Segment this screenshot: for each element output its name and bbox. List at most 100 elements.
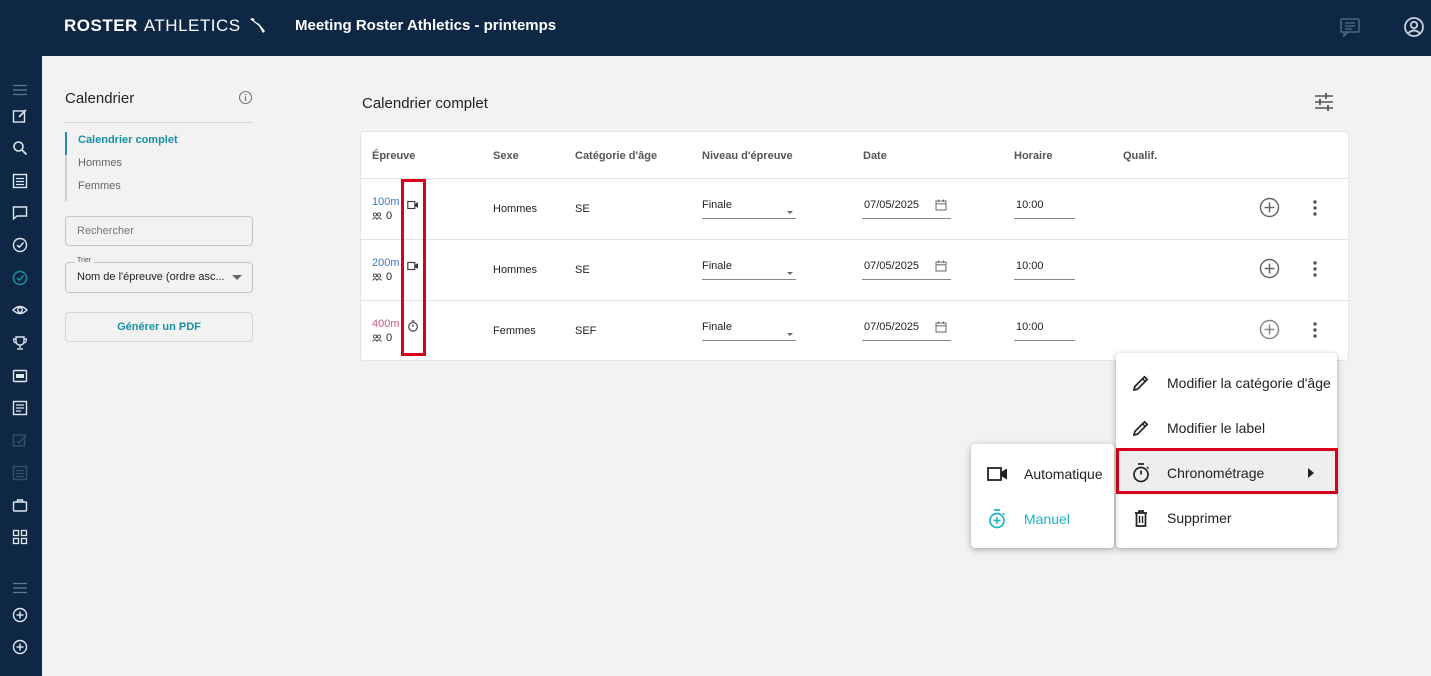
document-icon[interactable] [9,397,31,419]
info-icon[interactable] [238,90,253,110]
date-input[interactable]: 07/05/2025 [862,260,951,280]
add-circle-icon[interactable] [1259,197,1280,223]
add-circle-icon[interactable] [9,604,31,626]
calendar-icon[interactable] [935,199,947,214]
winged-shoe-icon [249,18,265,33]
briefcase-icon[interactable] [9,494,31,516]
brand-light: ATHLETICS [143,16,241,35]
submenu-item-automatic[interactable]: Automatique [971,451,1114,496]
date-input[interactable]: 07/05/2025 [862,199,951,219]
column-header[interactable]: Date [863,150,887,162]
trash-icon [1131,508,1151,528]
trophy-icon[interactable] [9,332,31,354]
event-link[interactable]: 400m [372,318,400,330]
menu-item-edit-age-category[interactable]: Modifier la catégorie d'âge [1116,360,1337,405]
column-header[interactable]: Horaire [1014,150,1053,162]
page-title: Meeting Roster Athletics - printemps [295,17,557,34]
eye-icon[interactable] [9,299,31,321]
participants-count: 0 [372,210,392,222]
search-input[interactable] [66,217,252,245]
menu-item-label: Modifier le label [1167,419,1266,436]
chevron-down-icon [787,333,793,336]
event-link[interactable]: 200m [372,257,400,269]
add-circle-icon[interactable] [1259,258,1280,284]
date-value: 07/05/2025 [864,199,920,211]
menu-icon[interactable] [9,79,31,101]
subnav-item-calendrier-complet[interactable]: Calendrier complet [65,132,178,155]
level-value: Finale [702,260,732,272]
sort-value: Nom de l'épreuve (ordre asc... [77,271,225,283]
date-value: 07/05/2025 [864,260,920,272]
subnav-item-hommes[interactable]: Hommes [67,155,178,178]
menu-icon[interactable] [9,577,31,599]
generate-pdf-button[interactable]: Générer un PDF [65,312,253,342]
date-value: 07/05/2025 [864,321,920,333]
level-select[interactable]: Finale [702,260,796,280]
chevron-down-icon [787,211,793,214]
menu-item-label: Modifier la catégorie d'âge [1167,374,1331,391]
search-icon[interactable] [9,137,31,159]
sort-select[interactable]: Trier Nom de l'épreuve (ordre asc... [65,257,253,293]
submenu-item-manual[interactable]: Manuel [971,496,1114,541]
level-value: Finale [702,199,732,211]
sidebar-title: Calendrier [65,90,135,107]
search-field [65,216,253,246]
column-header[interactable]: Sexe [493,150,519,162]
pencil-icon [1131,418,1151,438]
date-input[interactable]: 07/05/2025 [862,321,951,341]
filter-settings-icon[interactable] [1313,91,1335,118]
time-input[interactable]: 10:00 [1014,199,1075,219]
more-vert-icon[interactable] [1312,260,1318,283]
table-row: 100m 0 Hommes SE Finale 07/05/2025 10:00 [361,178,1348,239]
message-icon[interactable] [9,202,31,224]
timer-check-icon[interactable] [9,267,31,289]
subnav-item-femmes[interactable]: Femmes [67,178,178,201]
grid-icon[interactable] [9,526,31,548]
account-icon[interactable] [1401,14,1427,40]
column-header[interactable]: Catégorie d'âge [575,150,657,162]
level-select[interactable]: Finale [702,321,796,341]
sort-label: Trier [74,257,95,264]
edit-icon[interactable] [9,105,31,127]
sex-cell: Hommes [493,203,538,215]
people-icon [372,273,382,281]
calendar-icon[interactable] [935,260,947,275]
category-cell: SEF [575,325,597,337]
brand-logo[interactable]: ROSTER ATHLETICS [64,16,267,36]
level-select[interactable]: Finale [702,199,796,219]
people-icon [372,334,382,342]
event-link[interactable]: 100m [372,196,400,208]
table-row: 400m 0 Femmes SEF Finale 07/05/2025 10:0… [361,300,1348,361]
time-input[interactable]: 10:00 [1014,260,1075,280]
divider [65,122,253,123]
calendar-icon[interactable] [935,321,947,336]
menu-item-edit-label[interactable]: Modifier le label [1116,405,1337,450]
timing-submenu: Automatique Manuel [971,444,1114,548]
left-nav-rail [0,56,42,676]
main-title: Calendrier complet [362,95,488,112]
category-cell: SE [575,264,590,276]
brand-bold: ROSTER [64,16,138,35]
chat-icon[interactable] [1337,14,1363,40]
add-circle-icon[interactable] [1259,319,1280,345]
more-vert-icon[interactable] [1312,321,1318,344]
add-circle-icon[interactable] [9,636,31,658]
sex-cell: Hommes [493,264,538,276]
participants-value: 0 [386,210,393,222]
sex-cell: Femmes [493,325,536,337]
check-circle-icon[interactable] [9,234,31,256]
menu-item-delete[interactable]: Supprimer [1116,495,1337,540]
list-icon[interactable] [9,170,31,192]
video-camera-icon [987,466,1009,482]
time-input[interactable]: 10:00 [1014,321,1075,341]
time-value: 10:00 [1016,260,1044,272]
top-bar: ROSTER ATHLETICS Meeting Roster Athletic… [0,0,1431,56]
more-vert-icon[interactable] [1312,199,1318,222]
column-header[interactable]: Épreuve [372,150,415,162]
level-value: Finale [702,321,732,333]
calendar-subnav: Calendrier complet Hommes Femmes [65,132,178,201]
column-header[interactable]: Niveau d'épreuve [702,150,793,162]
bib-icon[interactable] [9,365,31,387]
chevron-down-icon [787,272,793,275]
column-header[interactable]: Qualif. [1123,150,1157,162]
